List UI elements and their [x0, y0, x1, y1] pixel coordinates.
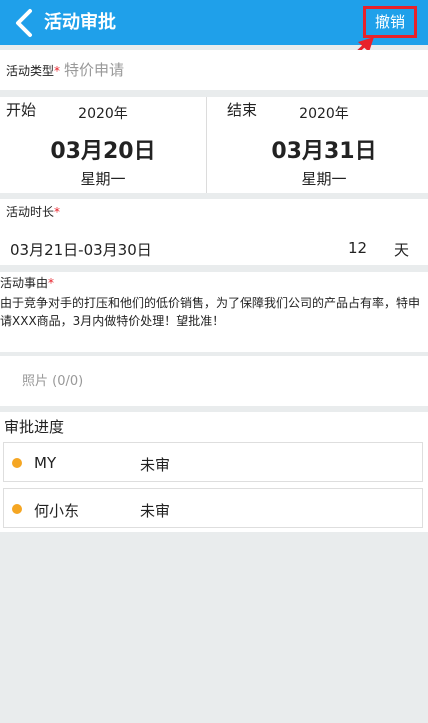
- reason-card: 活动事由* 由于竞争对手的打压和他们的低价销售，为了保障我们公司的产品占有率，特…: [0, 272, 428, 352]
- required-mark: *: [54, 205, 61, 219]
- activity-type-label: 活动类型*: [6, 64, 61, 78]
- start-year: 2020年: [78, 106, 128, 122]
- page-title: 活动审批: [44, 12, 116, 33]
- activity-type-value: 特价申请: [64, 61, 125, 79]
- activity-type-row[interactable]: 活动类型* 特价申请: [0, 50, 428, 90]
- required-mark: *: [54, 64, 61, 78]
- end-year: 2020年: [299, 106, 349, 122]
- chevron-left-icon[interactable]: [10, 8, 40, 38]
- status-dot-icon: [12, 504, 22, 514]
- photos-row[interactable]: 照片 (0/0): [0, 356, 428, 406]
- duration-card: 活动时长* 03月21日-03月30日 12 天: [0, 199, 428, 265]
- approver-status: 未审: [140, 502, 171, 520]
- approval-progress-title: 审批进度: [4, 418, 65, 436]
- end-date-column[interactable]: 结束 2020年 03月31日 星期一: [221, 97, 427, 193]
- duration-range: 03月21日-03月30日: [10, 241, 152, 259]
- status-dot-icon: [12, 458, 22, 468]
- approver-status: 未审: [140, 456, 171, 474]
- cancel-button[interactable]: 撤销: [366, 9, 414, 35]
- approver-row[interactable]: MY 未审: [3, 442, 423, 482]
- end-date: 03月31日: [271, 139, 377, 164]
- approver-name: MY: [34, 454, 57, 472]
- end-weekday: 星期一: [301, 170, 347, 188]
- duration-label: 活动时长*: [6, 205, 61, 219]
- reason-label: 活动事由*: [0, 276, 55, 290]
- duration-days: 12: [348, 239, 368, 257]
- date-divider: [206, 97, 207, 193]
- start-weekday: 星期一: [80, 170, 126, 188]
- required-mark: *: [48, 276, 55, 290]
- approver-row[interactable]: 何小东 未审: [3, 488, 423, 528]
- reason-text: 由于竞争对手的打压和他们的低价销售，为了保障我们公司的产品占有率，特申请XXX商…: [0, 296, 421, 328]
- duration-unit: 天: [394, 241, 410, 259]
- photos-label: 照片 (0/0): [22, 374, 84, 389]
- approver-name: 何小东: [34, 502, 80, 520]
- start-date-column[interactable]: 开始 2020年 03月20日 星期一: [0, 97, 206, 193]
- start-date: 03月20日: [50, 139, 156, 164]
- date-range-card: 开始 2020年 03月20日 星期一 结束 2020年 03月31日 星期一: [0, 97, 428, 193]
